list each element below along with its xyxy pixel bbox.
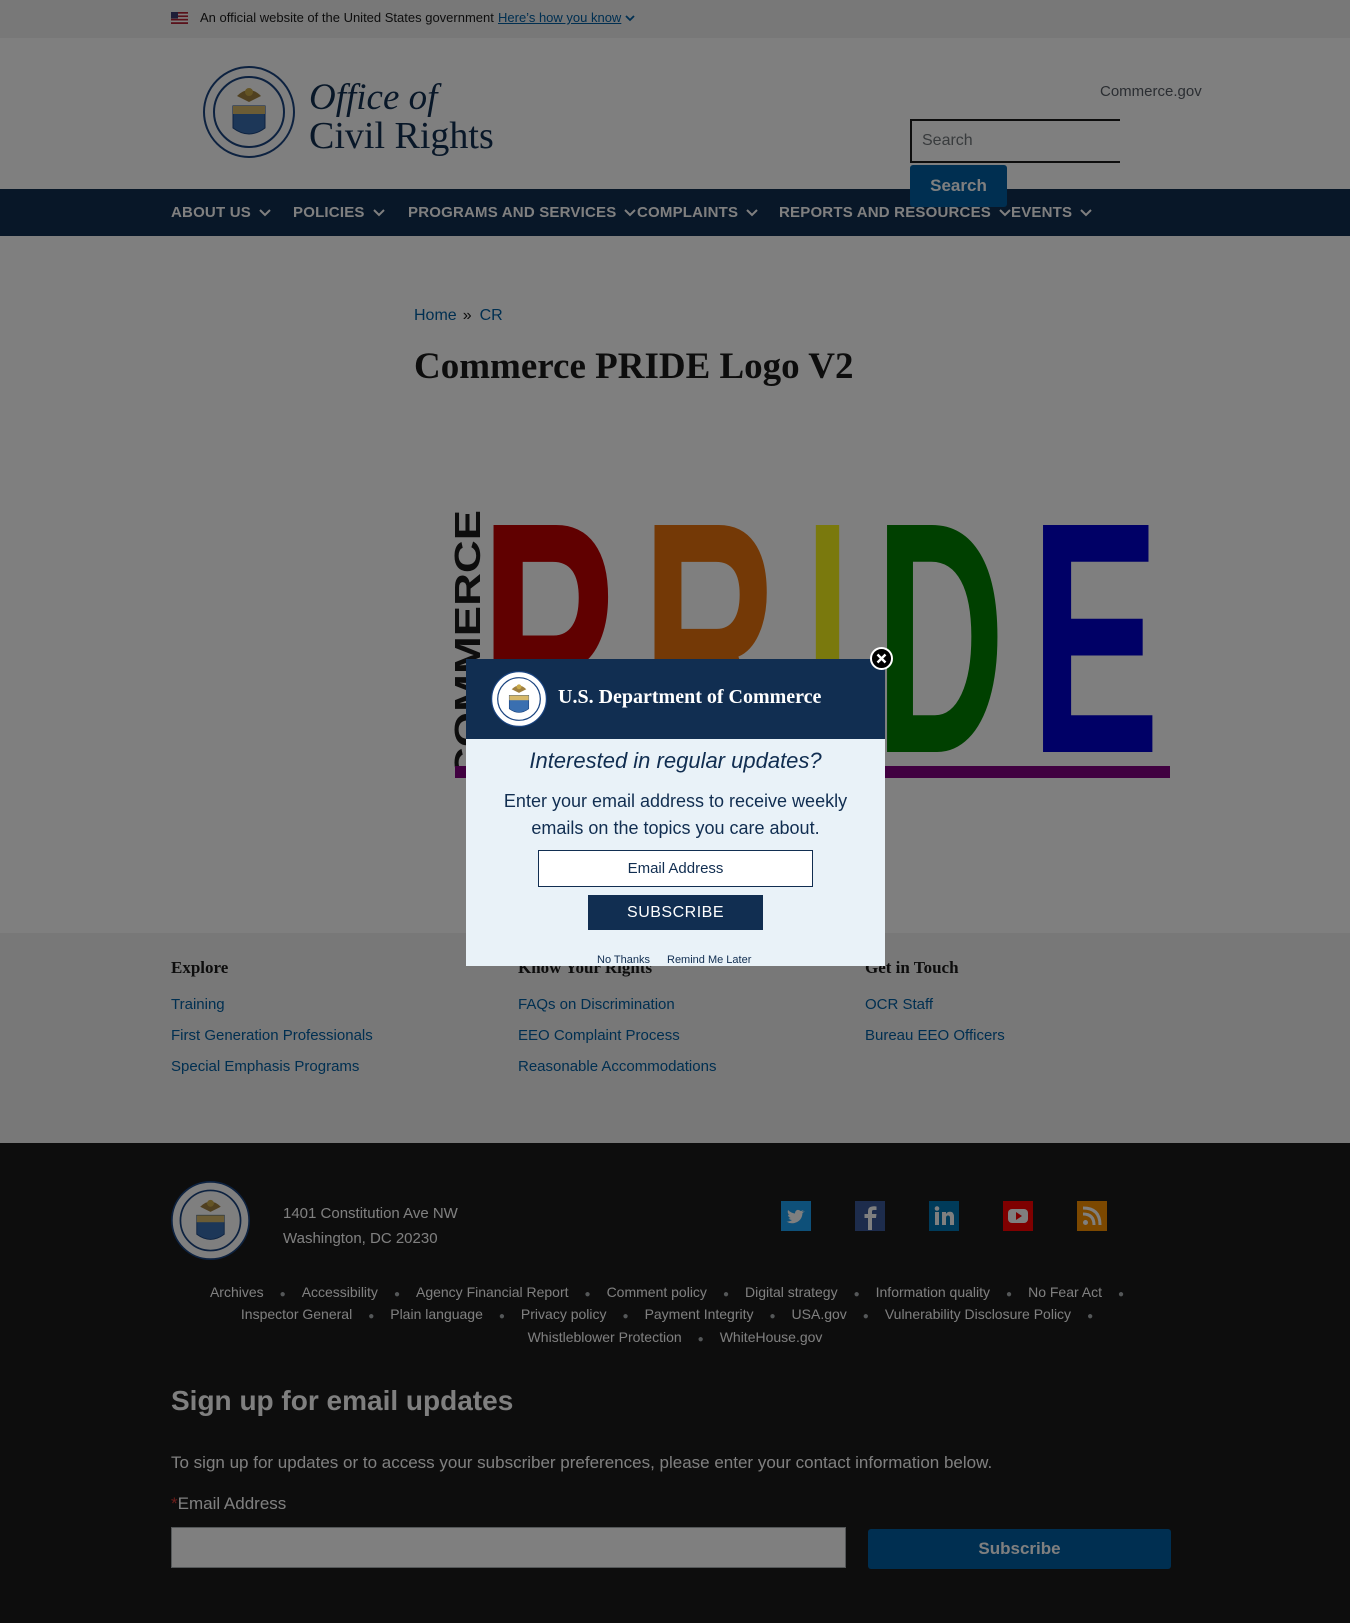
modal-header: U.S. Department of Commerce bbox=[466, 659, 885, 739]
no-thanks-link[interactable]: No Thanks bbox=[597, 954, 650, 966]
modal-dept-title: U.S. Department of Commerce bbox=[558, 686, 822, 708]
subscribe-modal: U.S. Department of Commerce Interested i… bbox=[466, 659, 885, 966]
modal-question: Interested in regular updates? bbox=[529, 748, 822, 773]
close-icon[interactable] bbox=[870, 647, 893, 670]
modal-email-input[interactable] bbox=[538, 850, 813, 887]
commerce-seal-logo bbox=[491, 671, 547, 727]
remind-later-link[interactable]: Remind Me Later bbox=[667, 954, 751, 966]
modal-subscribe-button[interactable]: SUBSCRIBE bbox=[588, 895, 763, 930]
modal-description: Enter your email address to receive week… bbox=[503, 791, 848, 838]
